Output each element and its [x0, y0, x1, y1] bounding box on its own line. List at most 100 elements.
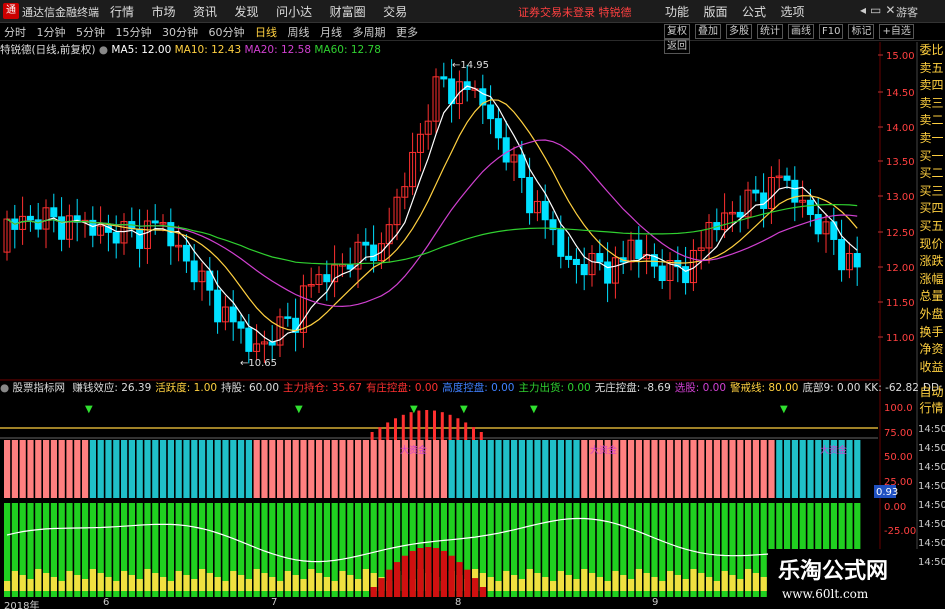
sidebar-quote-2[interactable]: 卖四: [918, 77, 945, 95]
indicator-peak-bar: [370, 432, 374, 440]
indicator-upper-bar: [160, 440, 167, 498]
trading-terminal: 通 通达信金融终端 行情 市场 资讯 发现 问小达 财富圈 交易 证券交易未登录…: [0, 0, 945, 609]
indicator-yellow-bar: [698, 573, 705, 591]
indicator-yellow-bar: [66, 571, 73, 591]
indicator-yellow-bar: [191, 579, 198, 591]
sidebar-quote-5[interactable]: 卖一: [918, 130, 945, 148]
indicator-yellow-bar: [620, 575, 627, 591]
price-axis-label: 13.50: [886, 157, 915, 168]
sidebar-quote-11[interactable]: 现价: [918, 236, 945, 254]
indicator-peak-bar: [401, 414, 405, 440]
sidebar-quote-9[interactable]: 买四: [918, 200, 945, 218]
sidebar-quote-0[interactable]: 委比: [918, 42, 945, 60]
ma10-line: [6, 99, 858, 332]
indicator-yellow-bar: [160, 577, 167, 591]
indicator-peak-bar: [409, 412, 413, 440]
candle-body: [557, 229, 565, 257]
indicator-item-1: 活跃度: 1.00: [155, 382, 218, 394]
indicator-yellow-bar: [167, 581, 174, 591]
sidebar-quote-17[interactable]: 净资: [918, 341, 945, 359]
candle-body: [151, 220, 159, 224]
date-axis: 2018年 6 7 8 9: [0, 597, 768, 609]
sidebar-quote-7[interactable]: 买二: [918, 165, 945, 183]
sidebar-quote-18[interactable]: 收益: [918, 359, 945, 377]
time-tick: 14:50: [918, 462, 945, 473]
indicator-upper-bar: [214, 440, 221, 498]
indicator-upper-bar: [89, 440, 96, 498]
sidebar-quote-15[interactable]: 外盘: [918, 306, 945, 324]
candle-body: [565, 255, 573, 260]
candle-body: [237, 321, 245, 329]
indicator-yellow-bar: [612, 571, 619, 591]
indicator-upper-bar: [534, 440, 541, 498]
indicator-axis-label: 100.0: [884, 403, 913, 414]
indicator-yellow-bar: [573, 579, 580, 591]
indicator-yellow-bar: [284, 571, 291, 591]
indicator-red-bar: [394, 562, 401, 597]
indicator-upper-bar: [378, 440, 385, 498]
zone-label: 大资金: [820, 444, 847, 456]
kline-chart[interactable]: 15.00 14.50 14.00 13.50 13.00 12.50 12.00 11.50…: [0, 0, 945, 609]
indicator-yellow-bar: [323, 577, 330, 591]
candle-body: [596, 253, 604, 263]
indicator-yellow-bar: [690, 569, 697, 591]
candle-body: [760, 192, 768, 209]
time-tick: 14:50: [918, 538, 945, 549]
indicator-upper-bar: [760, 440, 767, 498]
indicator-upper-bar: [706, 440, 713, 498]
indicator-upper-bar: [557, 440, 564, 498]
indicator-red-bar: [425, 547, 432, 597]
indicator-upper-bar: [674, 440, 681, 498]
candle-body: [814, 214, 822, 235]
indicator-upper-bar: [27, 440, 34, 498]
candle-body: [440, 76, 448, 80]
candle-body: [34, 219, 42, 230]
indicator-yellow-bar: [628, 579, 635, 591]
indicator-yellow-bar: [300, 579, 307, 591]
indicator-yellow-bar: [682, 579, 689, 591]
indicator-yellow-bar: [245, 579, 252, 591]
sidebar-quote-12[interactable]: 涨跌: [918, 253, 945, 271]
indicator-yellow-bar: [557, 571, 564, 591]
candle-body: [682, 266, 690, 284]
sidebar-quote-14[interactable]: 总量: [918, 288, 945, 306]
candle-body: [112, 231, 120, 244]
sidebar-quote-1[interactable]: 卖五: [918, 60, 945, 78]
indicator-upper-bar: [19, 440, 26, 498]
indicator-yellow-bar: [347, 575, 354, 591]
candle-body: [658, 265, 666, 282]
indicator-yellow-bar: [97, 573, 104, 591]
indicator-upper-bar: [136, 440, 143, 498]
sidebar-quote-4[interactable]: 卖二: [918, 112, 945, 130]
sidebar-quote-13[interactable]: 涨幅: [918, 271, 945, 289]
indicator-upper-bar: [433, 440, 440, 498]
indicator-upper-bar: [854, 440, 861, 498]
candle-body: [580, 264, 588, 276]
sidebar-lower-0[interactable]: 自动: [918, 384, 945, 400]
indicator-yellow-bar: [253, 569, 260, 591]
sidebar-quote-6[interactable]: 买一: [918, 148, 945, 166]
indicator-name[interactable]: 股票指标网: [13, 382, 66, 394]
indicator-upper-bar: [175, 440, 182, 498]
indicator-upper-bar: [503, 440, 510, 498]
indicator-yellow-bar: [43, 573, 50, 591]
sidebar-lower-1[interactable]: 行情: [918, 400, 945, 416]
indicator-upper-bar: [635, 440, 642, 498]
indicator-upper-bar: [737, 440, 744, 498]
sidebar-quote-10[interactable]: 买五: [918, 218, 945, 236]
indicator-yellow-bar: [729, 575, 736, 591]
signal-arrow-icon: ▼: [460, 404, 468, 415]
signal-arrow-icon: ▼: [85, 404, 93, 415]
indicator-red-bar: [378, 578, 385, 597]
indicator-settings-icon[interactable]: ●: [0, 382, 9, 394]
sidebar-quote-8[interactable]: 买三: [918, 183, 945, 201]
indicator-peak-bar: [440, 412, 444, 440]
sidebar-quote-16[interactable]: 换手: [918, 324, 945, 342]
indicator-peak-bar: [472, 427, 475, 440]
indicator-red-bar: [386, 569, 393, 597]
indicator-yellow-bar: [35, 569, 42, 591]
sidebar-quote-3[interactable]: 卖三: [918, 95, 945, 113]
price-axis-label: 11.50: [886, 298, 915, 309]
indicator-red-bar: [440, 550, 447, 597]
date-label: 6: [103, 597, 110, 608]
